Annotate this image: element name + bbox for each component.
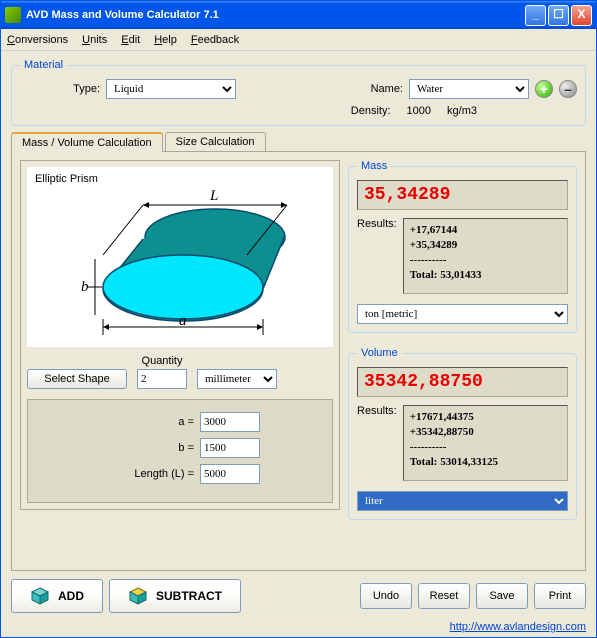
print-button[interactable]: Print <box>534 583 586 609</box>
right-column: Mass 35,34289 Results: +17,67144 +35,342… <box>348 160 577 562</box>
shape-title: Elliptic Prism <box>35 173 98 185</box>
mass-result-2: +35,34289 <box>410 238 561 253</box>
undo-button[interactable]: Undo <box>360 583 412 609</box>
param-len-label: Length (L) = <box>134 468 194 480</box>
tab-panel: Elliptic Prism L <box>11 151 586 571</box>
density-value: 1000 <box>407 105 431 117</box>
type-select[interactable]: Liquid <box>106 79 236 99</box>
name-label: Name: <box>293 83 403 95</box>
app-window: AVD Mass and Volume Calculator 7.1 _ ☐ X… <box>0 0 597 638</box>
shape-canvas: Elliptic Prism L <box>27 167 333 347</box>
menu-edit[interactable]: Edit <box>121 34 140 46</box>
add-button[interactable]: ADD <box>11 579 103 613</box>
mass-result-total: Total: 53,01433 <box>410 268 561 283</box>
window-title: AVD Mass and Volume Calculator 7.1 <box>26 9 219 21</box>
save-button[interactable]: Save <box>476 583 528 609</box>
material-group: Material Type: Liquid Name: Water + – De… <box>11 59 586 126</box>
length-unit-select[interactable]: millimeter <box>197 369 277 389</box>
mass-results-label: Results: <box>357 218 397 294</box>
add-button-label: ADD <box>58 589 84 603</box>
param-b-input[interactable] <box>200 438 260 458</box>
mass-result-1: +17,67144 <box>410 223 561 238</box>
volume-group: Volume 35342,88750 Results: +17671,44375… <box>348 347 577 520</box>
name-select[interactable]: Water <box>409 79 529 99</box>
tab-strip: Mass / Volume Calculation Size Calculati… <box>11 132 586 151</box>
menu-feedback[interactable]: Feedback <box>191 34 239 46</box>
cube-add-icon <box>30 586 50 606</box>
svg-text:L: L <box>209 188 218 204</box>
footer: http://www.avlandesign.com <box>1 617 596 637</box>
volume-result-2: +35342,88750 <box>410 425 561 440</box>
app-icon <box>5 7 21 23</box>
button-bar: ADD SUBTRACT Undo Reset Save Print <box>11 579 586 613</box>
cube-subtract-icon <box>128 586 148 606</box>
tab-mass-volume[interactable]: Mass / Volume Calculation <box>11 132 163 152</box>
close-button[interactable]: X <box>571 5 592 26</box>
volume-result-total: Total: 53014,33125 <box>410 455 561 470</box>
params-box: a = b = Length (L) = <box>27 399 333 503</box>
menubar: Conversions Units Edit Help Feedback <box>1 29 596 51</box>
material-legend: Material <box>20 59 67 71</box>
mass-result-sep: ---------- <box>410 253 561 268</box>
add-material-icon[interactable]: + <box>535 80 553 98</box>
reset-button[interactable]: Reset <box>418 583 470 609</box>
param-b-label: b = <box>178 442 194 454</box>
svg-text:a: a <box>179 313 187 329</box>
volume-result-sep: ---------- <box>410 440 561 455</box>
left-column: Elliptic Prism L <box>20 160 340 562</box>
volume-value: 35342,88750 <box>357 367 568 397</box>
content-area: Material Type: Liquid Name: Water + – De… <box>1 51 596 617</box>
menu-conversions[interactable]: Conversions <box>7 34 68 46</box>
param-a-label: a = <box>178 416 194 428</box>
type-label: Type: <box>20 83 100 95</box>
param-len-input[interactable] <box>200 464 260 484</box>
elliptic-prism-icon: L b a <box>55 177 305 337</box>
quantity-input[interactable] <box>137 369 187 389</box>
volume-legend: Volume <box>357 347 402 359</box>
titlebar: AVD Mass and Volume Calculator 7.1 _ ☐ X <box>1 1 596 29</box>
svg-text:b: b <box>81 279 89 295</box>
mass-results-box: +17,67144 +35,34289 ---------- Total: 53… <box>403 218 568 294</box>
param-a-input[interactable] <box>200 412 260 432</box>
mass-unit-select[interactable]: ton [metric] <box>357 304 568 324</box>
quantity-label: Quantity <box>137 355 187 367</box>
remove-material-icon[interactable]: – <box>559 80 577 98</box>
menu-help[interactable]: Help <box>154 34 177 46</box>
footer-link[interactable]: http://www.avlandesign.com <box>450 621 586 633</box>
density-unit: kg/m3 <box>447 105 477 117</box>
mass-group: Mass 35,34289 Results: +17,67144 +35,342… <box>348 160 577 333</box>
maximize-button[interactable]: ☐ <box>548 5 569 26</box>
volume-unit-select[interactable]: liter <box>357 491 568 511</box>
volume-results-label: Results: <box>357 405 397 481</box>
volume-result-1: +17671,44375 <box>410 410 561 425</box>
select-shape-button[interactable]: Select Shape <box>27 369 127 389</box>
density-label: Density: <box>351 105 391 117</box>
tab-size[interactable]: Size Calculation <box>165 132 266 151</box>
subtract-button[interactable]: SUBTRACT <box>109 579 241 613</box>
shape-box: Elliptic Prism L <box>20 160 340 510</box>
volume-results-box: +17671,44375 +35342,88750 ---------- Tot… <box>403 405 568 481</box>
subtract-button-label: SUBTRACT <box>156 589 222 603</box>
minimize-button[interactable]: _ <box>525 5 546 26</box>
mass-legend: Mass <box>357 160 391 172</box>
menu-units[interactable]: Units <box>82 34 107 46</box>
mass-value: 35,34289 <box>357 180 568 210</box>
